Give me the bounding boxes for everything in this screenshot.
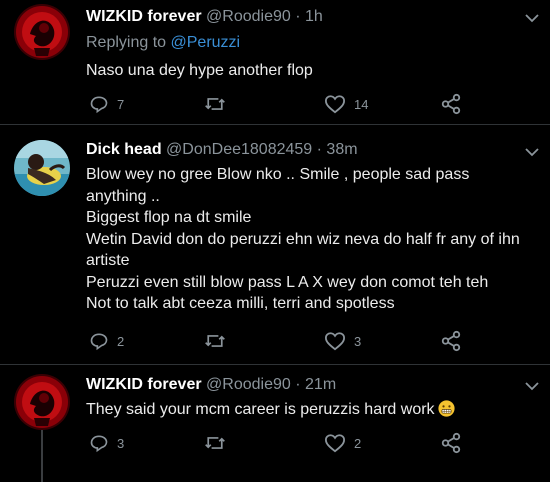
share-icon	[441, 432, 461, 454]
tweet-text-line: Peruzzi even still blow pass L A X wey d…	[86, 273, 489, 291]
reply-button[interactable]: 2	[89, 330, 124, 352]
timestamp[interactable]: 1h	[305, 8, 323, 25]
share-button[interactable]	[440, 432, 462, 454]
tweet-text-line: anything ..	[86, 187, 160, 205]
retweet-icon	[205, 335, 225, 347]
reply-icon	[90, 435, 108, 453]
reply-count: 2	[117, 333, 125, 349]
share-icon	[441, 330, 461, 352]
chevron-down-icon[interactable]	[525, 13, 539, 23]
replying-label: Replying to	[86, 34, 167, 51]
heart-icon	[324, 95, 346, 114]
avatar[interactable]	[14, 374, 70, 430]
tweet-text: Blow wey no gree Blow nko .. Smile , peo…	[86, 164, 536, 315]
tweet-text-line: Blow wey no gree Blow nko .. Smile , peo…	[86, 166, 470, 183]
display-name[interactable]: Dick head	[86, 141, 162, 158]
tweet-2[interactable]: Dick head @DonDee18082459 · 38m Blow wey…	[0, 124, 550, 365]
beach-avatar-icon	[14, 140, 70, 196]
like-button[interactable]: 14	[324, 93, 368, 115]
tweet-text-line: Not to talk abt ceeza milli, terri and s…	[86, 295, 395, 312]
reply-button[interactable]: 7	[89, 93, 124, 115]
separator: ·	[295, 8, 301, 25]
heart-icon	[324, 434, 346, 453]
like-count: 2	[354, 435, 362, 451]
heart-icon	[324, 332, 346, 351]
grimacing-face-emoji-icon	[437, 400, 455, 417]
separator: ·	[316, 141, 322, 158]
timestamp[interactable]: 38m	[326, 141, 357, 158]
like-count: 14	[354, 96, 369, 112]
user-handle[interactable]: @Roodie90	[206, 376, 291, 393]
tweet-text-line: Wetin David don do peruzzi ehn wiz neva …	[86, 230, 520, 248]
tweet-header: WIZKID forever @Roodie90 · 21m	[86, 376, 336, 394]
tweet-text-line: Naso una dey hype another flop	[86, 62, 313, 79]
tweet-text: They said your mcm career is peruzzis ha…	[86, 399, 536, 421]
retweet-icon	[205, 98, 225, 110]
tweet-text: Naso una dey hype another flop	[86, 60, 536, 82]
tweet-actions: 3 2	[86, 432, 486, 454]
retweet-icon	[205, 437, 225, 449]
like-button[interactable]: 3	[324, 330, 361, 352]
tweet-text-line: They said your mcm career is peruzzis ha…	[86, 399, 536, 421]
tweet-1[interactable]: WIZKID forever @Roodie90 · 1h Replying t…	[0, 0, 550, 125]
share-button[interactable]	[440, 93, 462, 115]
tweet-actions: 2 3	[86, 330, 486, 352]
like-count: 3	[354, 333, 362, 349]
tweet-text-content: They said your mcm career is peruzzis ha…	[86, 401, 435, 418]
separator: ·	[295, 376, 301, 393]
display-name[interactable]: WIZKID forever	[86, 376, 202, 393]
replying-to: Replying to @Peruzzi	[86, 34, 240, 52]
wizkid-avatar-icon	[14, 374, 70, 430]
wizkid-avatar-icon	[14, 4, 70, 60]
tweet-text-line: Biggest flop na dt smile	[86, 209, 252, 226]
share-button[interactable]	[440, 330, 462, 352]
reply-count: 3	[117, 435, 125, 451]
retweet-button[interactable]	[204, 330, 234, 352]
tweet-header: Dick head @DonDee18082459 · 38m	[86, 141, 358, 159]
reply-count: 7	[117, 96, 125, 112]
tweet-actions: 7 14	[86, 93, 486, 115]
chevron-down-icon[interactable]	[525, 381, 539, 391]
share-icon	[441, 93, 461, 115]
like-button[interactable]: 2	[324, 432, 361, 454]
mention-link[interactable]: @Peruzzi	[171, 34, 241, 51]
avatar[interactable]	[14, 4, 70, 60]
reply-button[interactable]: 3	[89, 432, 124, 454]
reply-icon	[90, 96, 108, 114]
tweet-3[interactable]: WIZKID forever @Roodie90 · 21m They said…	[0, 364, 550, 482]
timestamp[interactable]: 21m	[305, 376, 336, 393]
tweet-header: WIZKID forever @Roodie90 · 1h	[86, 8, 323, 26]
chevron-down-icon[interactable]	[525, 147, 539, 157]
thread-line	[41, 430, 43, 482]
retweet-button[interactable]	[204, 93, 234, 115]
user-handle[interactable]: @DonDee18082459	[166, 141, 312, 158]
tweet-text-line: artiste	[86, 252, 130, 269]
user-handle[interactable]: @Roodie90	[206, 8, 291, 25]
display-name[interactable]: WIZKID forever	[86, 8, 202, 25]
retweet-button[interactable]	[204, 432, 234, 454]
avatar[interactable]	[14, 140, 70, 196]
reply-icon	[90, 333, 108, 351]
